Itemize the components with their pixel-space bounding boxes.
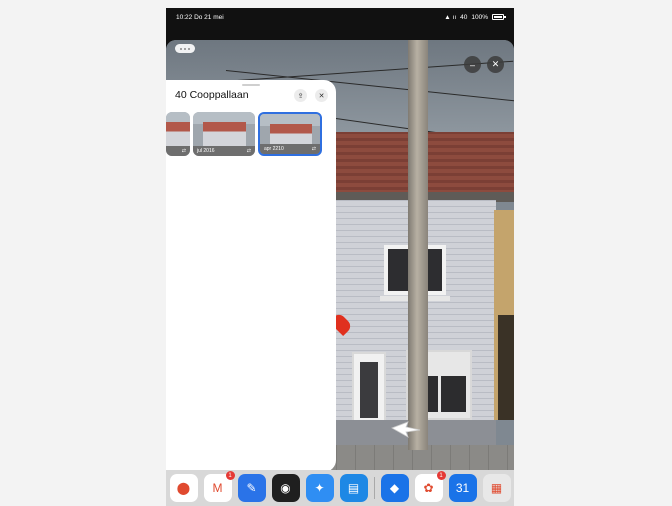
share-icon[interactable]: ⇪ [294,89,307,102]
sheet-grabber[interactable] [242,84,260,86]
neighbor-door [498,315,514,420]
photos-app-glyph: ✿ [423,481,434,495]
thumbnail-label: jul 2016 [197,148,215,154]
status-right: ▲ ıı 40 100% [444,13,506,21]
folder-app-icon[interactable]: ▦ [482,474,511,502]
device-screen: 10:22 Do 21 mei ▲ ıı 40 100% – ✕ 40 Coop… [166,8,514,506]
thumbnail-photo-selected[interactable]: apr 2210 ⇄ [258,112,322,156]
status-bar: 10:22 Do 21 mei ▲ ıı 40 100% [166,8,514,26]
battery-label: 100% [471,13,488,21]
folder-app-glyph: ▦ [490,481,503,495]
signal-label: 40 [460,13,468,21]
calendar-app-icon[interactable]: 31 [448,474,477,502]
safari-app-glyph: ✦ [314,481,325,495]
outlook-app-icon[interactable]: ◆ [380,474,409,502]
place-sheet[interactable]: 40 Cooppallaan ⇪ ✕ ⇄ jul 2016 ⇄ apr 2210… [166,80,336,472]
notes-app-icon[interactable]: ✎ [237,474,266,502]
status-time-date: 10:22 Do 21 mei [176,13,224,21]
outlook-app-glyph: ◆ [389,481,400,495]
close-streetview-icon[interactable]: ✕ [487,56,504,73]
street-view-thumbnails: ⇄ jul 2016 ⇄ apr 2210 ⇄ [166,112,336,158]
thumbnail-photo[interactable]: jul 2016 ⇄ [193,112,255,156]
rotate-icon: ⇄ [246,148,251,154]
battery-icon [492,14,506,20]
gmail-app-glyph: M [212,481,223,495]
minimize-icon[interactable]: – [464,56,481,73]
maps-app-icon[interactable]: ⬤ [169,474,198,502]
signal-icon: ▲ ıı [444,13,457,21]
calendar-app-glyph: 31 [455,481,470,495]
camera-app-icon[interactable]: ◉ [271,474,300,502]
app-dock: ⬤ M 1 ✎ ◉ ✦ ▤ ◆ ✿ 1 31 ▦ [166,470,514,506]
more-chip-icon[interactable] [175,44,195,53]
thumbnail-label: apr 2210 [264,146,284,152]
thumbnail-photo[interactable]: ⇄ [166,112,190,156]
files-app-glyph: ▤ [347,481,360,495]
dock-separator [373,477,375,499]
close-icon[interactable]: ✕ [315,89,328,102]
rotate-icon: ⇄ [181,148,186,154]
files-app-icon[interactable]: ▤ [339,474,368,502]
place-title: 40 Cooppallaan [175,89,249,101]
maps-app-glyph: ⬤ [176,481,191,495]
utility-pole [408,40,428,450]
camera-app-glyph: ◉ [280,481,291,495]
navigation-arrow-icon[interactable] [390,418,422,440]
rotate-icon: ⇄ [311,146,316,152]
notification-badge: 1 [436,471,446,480]
safari-app-icon[interactable]: ✦ [305,474,334,502]
notification-badge: 1 [225,471,235,480]
photos-app-icon[interactable]: ✿ 1 [414,471,446,502]
notes-app-glyph: ✎ [246,481,257,495]
gmail-app-icon[interactable]: M1 [203,471,235,502]
